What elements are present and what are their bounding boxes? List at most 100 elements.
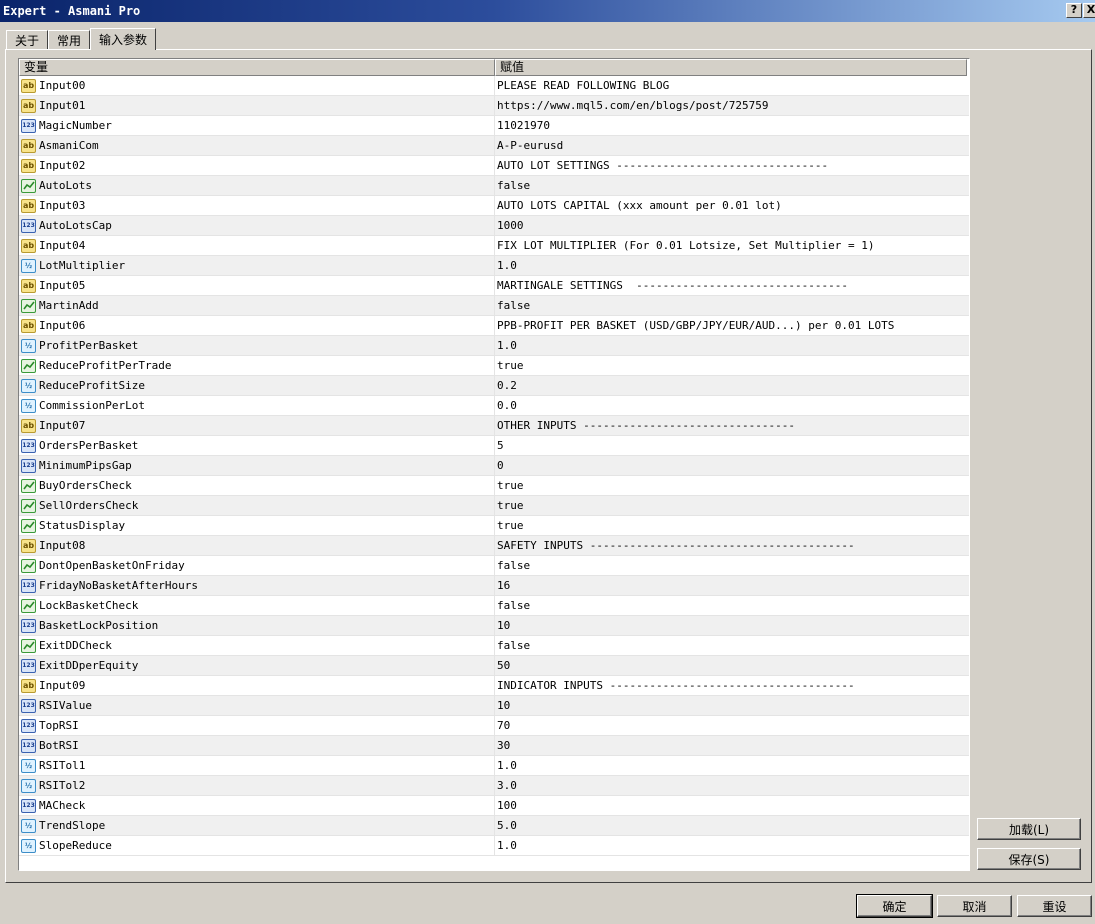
- value-cell[interactable]: SAFETY INPUTS --------------------------…: [495, 539, 967, 552]
- table-row[interactable]: 123 MinimumPipsGap 0: [19, 455, 969, 476]
- value-cell[interactable]: 16: [495, 579, 967, 592]
- tab-common[interactable]: 常用: [48, 30, 91, 50]
- value-cell[interactable]: OTHER INPUTS ---------------------------…: [495, 419, 967, 432]
- value-cell[interactable]: 5: [495, 439, 967, 452]
- value-cell[interactable]: true: [495, 359, 967, 372]
- variable-name: LockBasketCheck: [39, 599, 139, 612]
- value-cell[interactable]: 50: [495, 659, 967, 672]
- variable-cell: ½ ProfitPerBasket: [19, 335, 495, 356]
- table-row[interactable]: ½ ProfitPerBasket 1.0: [19, 335, 969, 356]
- column-header-variable[interactable]: 变量: [19, 59, 495, 76]
- table-row[interactable]: StatusDisplay true: [19, 515, 969, 536]
- value-cell[interactable]: 0.0: [495, 399, 967, 412]
- value-cell[interactable]: 100: [495, 799, 967, 812]
- variable-cell: ReduceProfitPerTrade: [19, 355, 495, 376]
- table-row[interactable]: ab Input03 AUTO LOTS CAPITAL (xxx amount p…: [19, 195, 969, 216]
- value-cell[interactable]: 3.0: [495, 779, 967, 792]
- table-row[interactable]: 123 OrdersPerBasket 5: [19, 435, 969, 456]
- value-cell[interactable]: 1.0: [495, 259, 967, 272]
- value-cell[interactable]: true: [495, 519, 967, 532]
- table-row[interactable]: 123 BasketLockPosition 10: [19, 615, 969, 636]
- table-row[interactable]: ½ CommissionPerLot 0.0: [19, 395, 969, 416]
- column-header-value[interactable]: 赋值: [495, 59, 967, 76]
- table-row[interactable]: 123 MagicNumber 11021970: [19, 115, 969, 136]
- value-cell[interactable]: 0.2: [495, 379, 967, 392]
- table-row[interactable]: 123 TopRSI 70: [19, 715, 969, 736]
- table-row[interactable]: ab Input05 MARTINGALE SETTINGS -----------…: [19, 275, 969, 296]
- close-button[interactable]: X: [1083, 3, 1095, 18]
- value-cell[interactable]: 5.0: [495, 819, 967, 832]
- table-row[interactable]: DontOpenBasketOnFriday false: [19, 555, 969, 576]
- cancel-button[interactable]: 取消: [937, 895, 1012, 917]
- table-row[interactable]: ab Input04 FIX LOT MULTIPLIER (For 0.01 Lo…: [19, 235, 969, 256]
- table-row[interactable]: ab Input07 OTHER INPUTS ------------------…: [19, 415, 969, 436]
- table-row[interactable]: 123 FridayNoBasketAfterHours 16: [19, 575, 969, 596]
- value-cell[interactable]: false: [495, 559, 967, 572]
- table-row[interactable]: LockBasketCheck false: [19, 595, 969, 616]
- table-row[interactable]: MartinAdd false: [19, 295, 969, 316]
- value-cell[interactable]: true: [495, 479, 967, 492]
- table-row[interactable]: 123 BotRSI 30: [19, 735, 969, 756]
- tab-inputs[interactable]: 输入参数: [90, 28, 157, 50]
- table-row[interactable]: ab Input06 PPB-PROFIT PER BASKET (USD/GBP/…: [19, 315, 969, 336]
- value-cell[interactable]: 10: [495, 619, 967, 632]
- table-row[interactable]: ab Input02 AUTO LOT SETTINGS -------------…: [19, 155, 969, 176]
- value-cell[interactable]: 1.0: [495, 339, 967, 352]
- ok-button[interactable]: 确定: [856, 894, 933, 918]
- table-row[interactable]: AutoLots false: [19, 175, 969, 196]
- save-button[interactable]: 保存(S): [977, 848, 1081, 870]
- reset-button[interactable]: 重设: [1017, 895, 1092, 917]
- table-row[interactable]: 123 AutoLotsCap 1000: [19, 215, 969, 236]
- table-row[interactable]: ab Input09 INDICATOR INPUTS --------------…: [19, 675, 969, 696]
- table-row[interactable]: ab Input08 SAFETY INPUTS -----------------…: [19, 535, 969, 556]
- value-cell[interactable]: 70: [495, 719, 967, 732]
- table-row[interactable]: SellOrdersCheck true: [19, 495, 969, 516]
- value-cell[interactable]: false: [495, 179, 967, 192]
- variable-cell: 123 OrdersPerBasket: [19, 435, 495, 456]
- variable-name: AsmaniCom: [39, 139, 99, 152]
- value-cell[interactable]: 1000: [495, 219, 967, 232]
- table-row[interactable]: BuyOrdersCheck true: [19, 475, 969, 496]
- value-cell[interactable]: PPB-PROFIT PER BASKET (USD/GBP/JPY/EUR/A…: [495, 319, 967, 332]
- value-cell[interactable]: 30: [495, 739, 967, 752]
- variable-name: LotMultiplier: [39, 259, 126, 272]
- table-row[interactable]: 123 MACheck 100: [19, 795, 969, 816]
- value-cell[interactable]: false: [495, 299, 967, 312]
- int-type-icon: 123: [21, 798, 36, 813]
- value-cell[interactable]: https://www.mql5.com/en/blogs/post/72575…: [495, 99, 967, 112]
- value-cell[interactable]: 1.0: [495, 759, 967, 772]
- table-row[interactable]: ½ RSITol2 3.0: [19, 775, 969, 796]
- table-row[interactable]: ½ ReduceProfitSize 0.2: [19, 375, 969, 396]
- value-cell[interactable]: FIX LOT MULTIPLIER (For 0.01 Lotsize, Se…: [495, 239, 967, 252]
- variable-name: RSITol2: [39, 779, 86, 792]
- table-row[interactable]: ab Input01 https://www.mql5.com/en/blogs/p…: [19, 95, 969, 116]
- value-cell[interactable]: 1.0: [495, 839, 967, 852]
- int-type-icon: 123: [21, 218, 36, 233]
- table-row[interactable]: 123 RSIValue 10: [19, 695, 969, 716]
- value-cell[interactable]: MARTINGALE SETTINGS --------------------…: [495, 279, 967, 292]
- variable-name: RSIValue: [39, 699, 92, 712]
- value-cell[interactable]: 11021970: [495, 119, 967, 132]
- value-cell[interactable]: INDICATOR INPUTS -----------------------…: [495, 679, 967, 692]
- value-cell[interactable]: PLEASE READ FOLLOWING BLOG: [495, 79, 967, 92]
- load-button[interactable]: 加载(L): [977, 818, 1081, 840]
- value-cell[interactable]: 10: [495, 699, 967, 712]
- tab-about[interactable]: 关于: [6, 30, 49, 50]
- value-cell[interactable]: 0: [495, 459, 967, 472]
- table-row[interactable]: 123 ExitDDperEquity 50: [19, 655, 969, 676]
- value-cell[interactable]: AUTO LOT SETTINGS ----------------------…: [495, 159, 967, 172]
- value-cell[interactable]: AUTO LOTS CAPITAL (xxx amount per 0.01 l…: [495, 199, 967, 212]
- table-row[interactable]: ReduceProfitPerTrade true: [19, 355, 969, 376]
- table-row[interactable]: ½ RSITol1 1.0: [19, 755, 969, 776]
- table-row[interactable]: ab Input00 PLEASE READ FOLLOWING BLOG: [19, 75, 969, 96]
- value-cell[interactable]: A-P-eurusd: [495, 139, 967, 152]
- value-cell[interactable]: true: [495, 499, 967, 512]
- table-row[interactable]: ½ LotMultiplier 1.0: [19, 255, 969, 276]
- table-row[interactable]: ½ SlopeReduce 1.0: [19, 835, 969, 856]
- value-cell[interactable]: false: [495, 639, 967, 652]
- help-button[interactable]: ?: [1066, 3, 1082, 18]
- table-row[interactable]: ½ TrendSlope 5.0: [19, 815, 969, 836]
- table-row[interactable]: ExitDDCheck false: [19, 635, 969, 656]
- table-row[interactable]: ab AsmaniCom A-P-eurusd: [19, 135, 969, 156]
- value-cell[interactable]: false: [495, 599, 967, 612]
